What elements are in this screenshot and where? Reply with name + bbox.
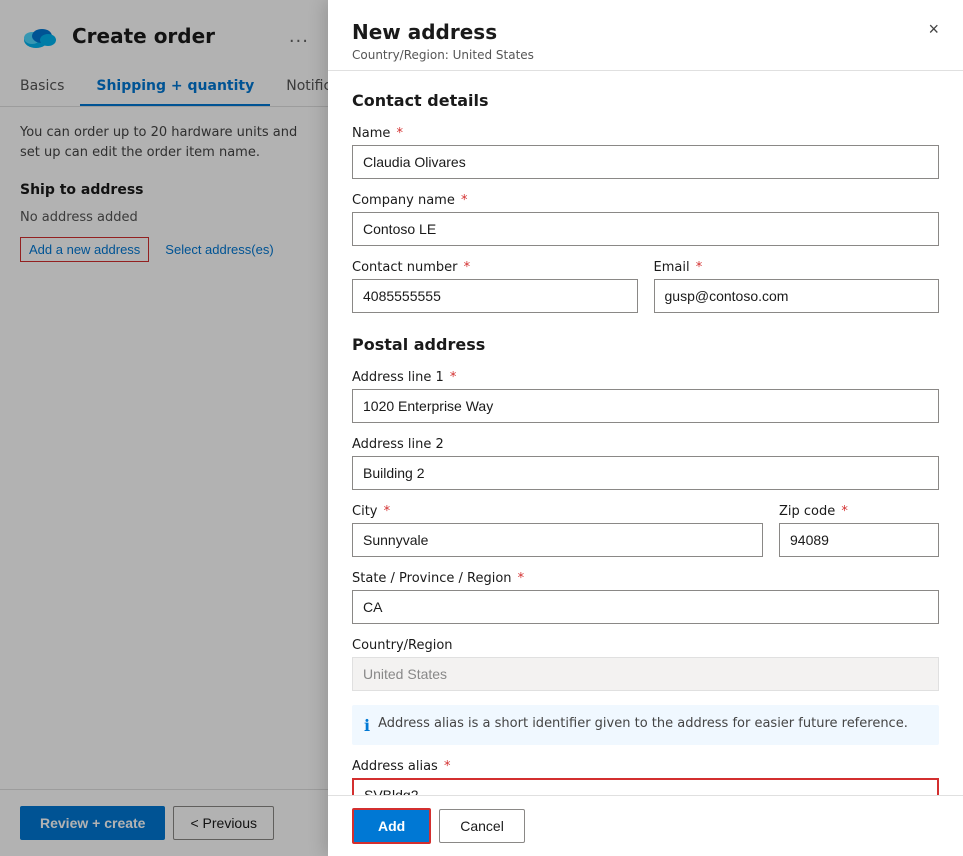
alias-label: Address alias * xyxy=(352,759,939,774)
alias-group: Address alias * xyxy=(352,759,939,795)
name-required: * xyxy=(392,126,403,141)
alias-input[interactable] xyxy=(352,778,939,795)
country-input xyxy=(352,657,939,691)
info-icon: ℹ xyxy=(364,716,370,735)
dialog-content: Contact details Name * Company name * Co… xyxy=(328,71,963,795)
contact-input[interactable] xyxy=(352,279,638,313)
dialog-title: New address xyxy=(352,20,534,44)
zip-group: Zip code * xyxy=(779,504,939,557)
dialog-subtitle: Country/Region: United States xyxy=(352,48,534,62)
close-button[interactable]: × xyxy=(928,20,939,38)
address1-group: Address line 1 * xyxy=(352,370,939,423)
name-input[interactable] xyxy=(352,145,939,179)
country-label: Country/Region xyxy=(352,638,939,653)
email-required: * xyxy=(692,260,703,275)
company-required: * xyxy=(457,193,468,208)
zip-required: * xyxy=(837,504,848,519)
name-label: Name * xyxy=(352,126,939,141)
city-zip-row: City * Zip code * xyxy=(352,504,939,571)
city-label: City * xyxy=(352,504,763,519)
new-address-dialog: New address Country/Region: United State… xyxy=(328,0,963,856)
contact-required: * xyxy=(459,260,470,275)
contact-email-row: Contact number * Email * xyxy=(352,260,939,327)
address2-group: Address line 2 xyxy=(352,437,939,490)
info-text: Address alias is a short identifier give… xyxy=(378,715,908,733)
dialog-footer: Add Cancel xyxy=(328,795,963,856)
info-box: ℹ Address alias is a short identifier gi… xyxy=(352,705,939,745)
postal-section-title: Postal address xyxy=(352,335,939,354)
cancel-button[interactable]: Cancel xyxy=(439,809,525,843)
contact-section-title: Contact details xyxy=(352,91,939,110)
email-group: Email * xyxy=(654,260,940,313)
city-required: * xyxy=(379,504,390,519)
city-input[interactable] xyxy=(352,523,763,557)
company-label: Company name * xyxy=(352,193,939,208)
city-group: City * xyxy=(352,504,763,557)
country-group: Country/Region xyxy=(352,638,939,691)
state-input[interactable] xyxy=(352,590,939,624)
state-group: State / Province / Region * xyxy=(352,571,939,624)
contact-label: Contact number * xyxy=(352,260,638,275)
state-label: State / Province / Region * xyxy=(352,571,939,586)
company-group: Company name * xyxy=(352,193,939,246)
address1-input[interactable] xyxy=(352,389,939,423)
dialog-header: New address Country/Region: United State… xyxy=(328,0,963,71)
address1-label: Address line 1 * xyxy=(352,370,939,385)
company-input[interactable] xyxy=(352,212,939,246)
name-group: Name * xyxy=(352,126,939,179)
address2-input[interactable] xyxy=(352,456,939,490)
alias-required: * xyxy=(440,759,451,774)
state-required: * xyxy=(514,571,525,586)
add-button[interactable]: Add xyxy=(352,808,431,844)
email-label: Email * xyxy=(654,260,940,275)
dialog-title-block: New address Country/Region: United State… xyxy=(352,20,534,62)
address1-required: * xyxy=(446,370,457,385)
contact-group: Contact number * xyxy=(352,260,638,313)
email-input[interactable] xyxy=(654,279,940,313)
address2-label: Address line 2 xyxy=(352,437,939,452)
zip-input[interactable] xyxy=(779,523,939,557)
zip-label: Zip code * xyxy=(779,504,939,519)
